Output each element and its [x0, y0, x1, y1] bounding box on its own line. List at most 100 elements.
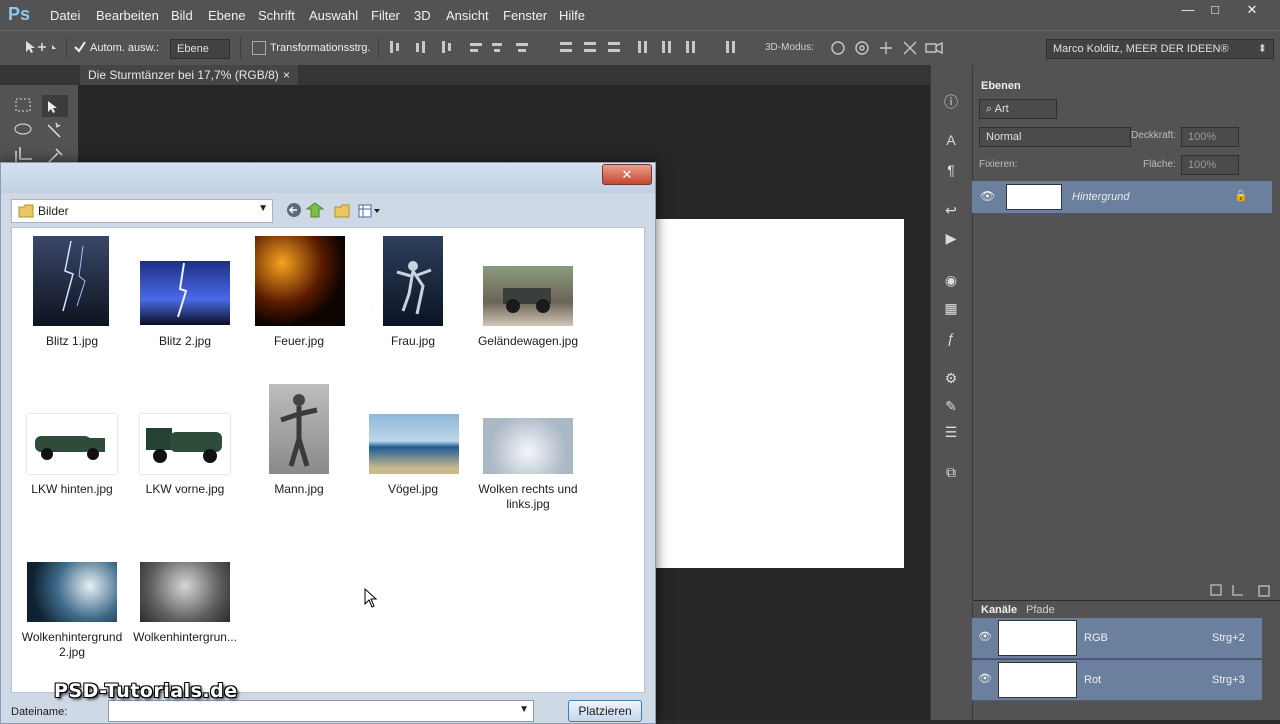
info-icon[interactable]: ⓘ: [941, 92, 961, 110]
look-in-dropdown[interactable]: Bilder ▼: [11, 199, 273, 223]
color-icon[interactable]: ◉: [941, 272, 961, 288]
menu-filter[interactable]: Filter: [371, 8, 400, 23]
transform-label: Transformationsstrg.: [270, 42, 371, 54]
folder-icon: [18, 204, 34, 218]
chevron-down-icon[interactable]: ▼: [519, 704, 529, 715]
channel-row[interactable]: 👁 Rot Strg+3: [972, 660, 1262, 701]
channel-shortcut: Strg+3: [1212, 674, 1245, 686]
eye-icon[interactable]: 👁: [978, 672, 992, 685]
maximize-button[interactable]: □: [1202, 2, 1228, 18]
minimize-button[interactable]: —: [1175, 2, 1201, 18]
history-icon[interactable]: ↩: [941, 202, 961, 218]
adjustments-icon[interactable]: ⚙: [941, 370, 961, 386]
file-name[interactable]: Blitz 2.jpg: [125, 334, 245, 349]
file-name[interactable]: Feuer.jpg: [239, 334, 359, 349]
file-name[interactable]: Wolken rechts und links.jpg: [468, 482, 588, 512]
dialog-close-button[interactable]: ✕: [602, 164, 652, 185]
navigation-icons[interactable]: [285, 201, 385, 221]
file-list[interactable]: Blitz 1.jpg Blitz 2.jpg Feuer.jpg Frau.j…: [11, 227, 645, 693]
clouds-thumbnail[interactable]: [140, 562, 230, 622]
blend-mode-dropdown[interactable]: Normal: [979, 127, 1131, 147]
man-thumbnail[interactable]: [269, 384, 329, 474]
menu-fenster[interactable]: Fenster: [503, 8, 547, 23]
eye-icon[interactable]: 👁: [980, 189, 995, 203]
mode-3d-label: 3D-Modus:: [765, 42, 814, 53]
swatches-icon[interactable]: ▦: [941, 300, 961, 316]
place-button[interactable]: Platzieren: [568, 700, 642, 722]
opacity-value: 100%: [1188, 131, 1217, 143]
clouds-thumbnail[interactable]: [27, 562, 117, 622]
file-name[interactable]: LKW hinten.jpg: [12, 482, 132, 497]
workspace-value: Marco Kolditz, MEER DER IDEEN®: [1053, 43, 1229, 55]
file-name[interactable]: Frau.jpg: [353, 334, 473, 349]
clone-source-icon[interactable]: ⧉: [941, 464, 961, 480]
channel-name: RGB: [1084, 632, 1108, 644]
align-distribute-icons[interactable]: [388, 39, 748, 57]
workspace-dropdown[interactable]: Marco Kolditz, MEER DER IDEEN® ⬍: [1046, 39, 1274, 59]
menu-bild[interactable]: Bild: [171, 8, 193, 23]
clouds-thumbnail[interactable]: [483, 418, 573, 474]
woman-thumbnail[interactable]: [383, 236, 443, 326]
menu-bearbeiten[interactable]: Bearbeiten: [96, 8, 159, 23]
character-icon[interactable]: A: [941, 132, 961, 148]
layer-filter-dropdown[interactable]: ⌕ Art: [979, 99, 1057, 119]
filename-input[interactable]: ▼: [108, 700, 534, 722]
layers-panel: Ebenen ⌕ Art Normal Deckkraft: 100% Fixi…: [972, 65, 1280, 600]
menu-schrift[interactable]: Schrift: [258, 8, 295, 23]
opacity-input[interactable]: 100%: [1181, 127, 1239, 147]
opacity-label: Deckkraft:: [1131, 130, 1177, 141]
paragraph-icon[interactable]: ¶: [941, 162, 961, 178]
channel-shortcut: Strg+2: [1212, 632, 1245, 644]
file-name[interactable]: Wolkenhintergrund 2.jpg: [12, 630, 132, 660]
close-window-button[interactable]: ✕: [1239, 2, 1265, 18]
layer-row[interactable]: 👁 Hintergrund 🔒: [972, 181, 1272, 213]
birds-sea-thumbnail[interactable]: [369, 414, 459, 474]
eye-icon[interactable]: 👁: [978, 630, 992, 643]
file-name[interactable]: Vögel.jpg: [353, 482, 473, 497]
layer-name[interactable]: Hintergrund: [1072, 191, 1129, 203]
fill-input[interactable]: 100%: [1181, 155, 1239, 175]
mouse-cursor-icon: [364, 588, 378, 608]
document-tab[interactable]: Die Sturmtänzer bei 17,7% (RGB/8) ×: [80, 65, 298, 85]
menu-3d[interactable]: 3D: [414, 8, 431, 23]
offroad-car-thumbnail[interactable]: [483, 266, 573, 326]
menu-ansicht[interactable]: Ansicht: [446, 8, 489, 23]
layer-filter-value: Art: [994, 103, 1009, 115]
menubar: Ps Datei Bearbeiten Bild Ebene Schrift A…: [0, 0, 1280, 30]
auto-select-dropdown[interactable]: Ebene: [170, 39, 230, 59]
channels-tab[interactable]: Kanäle: [981, 604, 1017, 616]
lightning-thumbnail[interactable]: [33, 236, 109, 326]
menu-hilfe[interactable]: Hilfe: [559, 8, 585, 23]
layer-action-icons[interactable]: [1209, 583, 1279, 597]
truck-thumbnail[interactable]: [140, 414, 230, 474]
3d-mode-icons[interactable]: [828, 39, 944, 57]
auto-select-value: Ebene: [177, 43, 209, 55]
file-name[interactable]: Geländewagen.jpg: [468, 334, 588, 349]
channel-thumbnail: [998, 662, 1077, 698]
move-tool-icon[interactable]: [24, 39, 60, 55]
auto-select-label: Autom. ausw.:: [90, 42, 160, 54]
menu-auswahl[interactable]: Auswahl: [309, 8, 358, 23]
tab-close-icon[interactable]: ×: [283, 65, 290, 85]
transform-checkbox[interactable]: [252, 41, 266, 55]
layers-tab[interactable]: Ebenen: [981, 80, 1021, 92]
truck-thumbnail[interactable]: [27, 414, 117, 474]
file-name[interactable]: LKW vorne.jpg: [125, 482, 245, 497]
channel-row[interactable]: 👁 RGB Strg+2: [972, 618, 1262, 659]
menu-ebene[interactable]: Ebene: [208, 8, 246, 23]
lock-icon: 🔒: [1234, 190, 1248, 202]
fire-thumbnail[interactable]: [255, 236, 345, 326]
menu-datei[interactable]: Datei: [50, 8, 80, 23]
file-name[interactable]: Wolkenhintergrun...: [125, 630, 245, 645]
lightning-thumbnail[interactable]: [140, 261, 230, 325]
fill-value: 100%: [1188, 159, 1217, 171]
file-name[interactable]: Blitz 1.jpg: [12, 334, 132, 349]
brush-presets-icon[interactable]: ✎: [941, 398, 961, 414]
auto-select-checkbox-icon[interactable]: [73, 40, 87, 54]
file-name[interactable]: Mann.jpg: [239, 482, 359, 497]
styles-icon[interactable]: ƒ: [941, 330, 961, 346]
document-canvas[interactable]: [655, 219, 904, 568]
actions-icon[interactable]: ▶: [941, 230, 961, 246]
paths-tab[interactable]: Pfade: [1026, 604, 1055, 616]
tool-presets-icon[interactable]: ☰: [941, 424, 961, 440]
